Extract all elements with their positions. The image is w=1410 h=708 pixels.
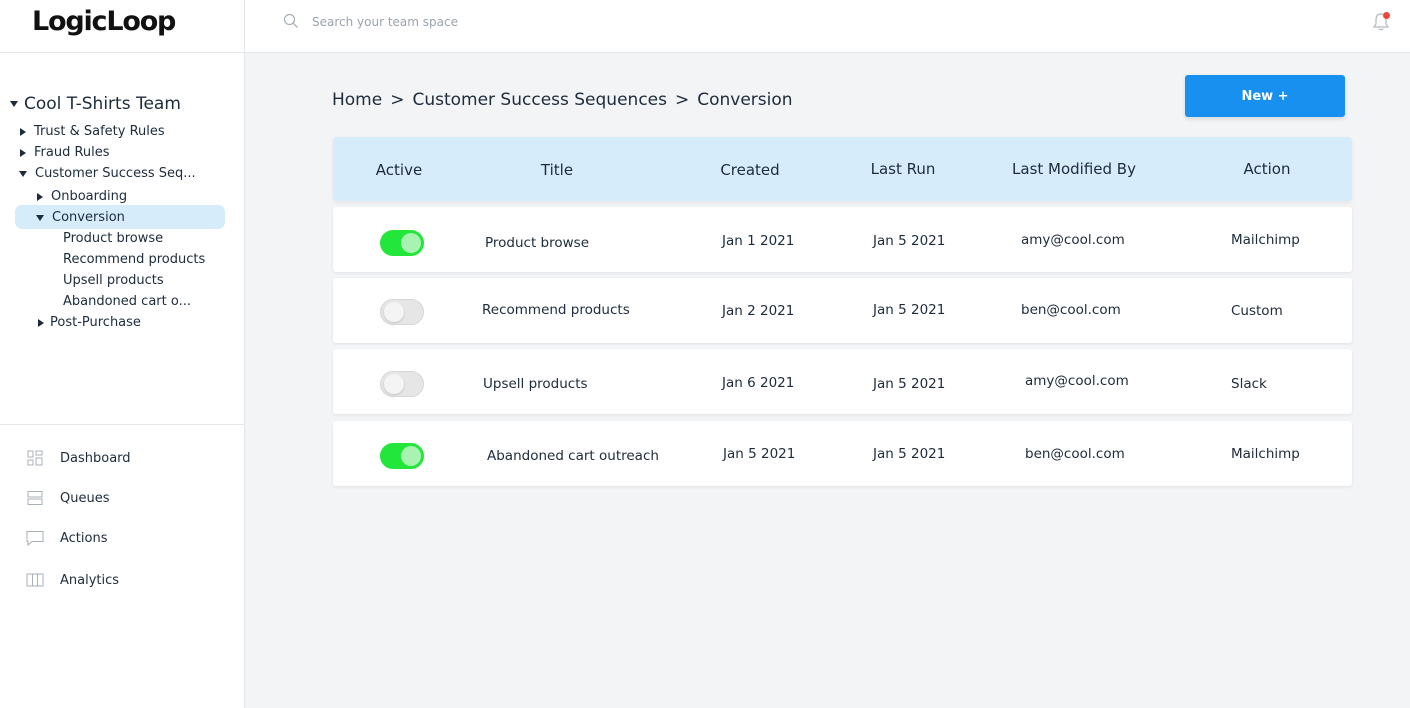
breadcrumb-current: Conversion [697, 90, 793, 110]
active-toggle[interactable] [380, 299, 424, 325]
table-row[interactable]: Upsell products Jan 6 2021 Jan 5 2021 am… [333, 349, 1352, 414]
tree-leaf-abandoned-cart[interactable]: Abandoned cart o... [63, 294, 191, 309]
tree-item-label: Customer Success Seq... [35, 166, 196, 181]
table-row[interactable]: Recommend products Jan 2 2021 Jan 5 2021… [333, 278, 1352, 343]
column-header-created[interactable]: Created [720, 161, 779, 179]
tree-item-fraud[interactable]: Fraud Rules [20, 145, 110, 160]
breadcrumb-separator: > [674, 90, 690, 110]
cell-action: Custom [1231, 303, 1283, 319]
nav-label: Actions [60, 530, 108, 546]
team-name: Cool T-Shirts Team [24, 94, 181, 114]
tree-item-customer-success[interactable]: Customer Success Seq... [19, 166, 196, 181]
queues-icon [26, 489, 44, 507]
tree-leaf-product-browse[interactable]: Product browse [63, 231, 163, 246]
caret-down-icon[interactable] [36, 214, 44, 221]
cell-modified-by: amy@cool.com [1021, 232, 1125, 248]
nav-actions[interactable]: Actions [26, 529, 108, 547]
cell-modified-by: amy@cool.com [1025, 373, 1129, 389]
tree-item-trust-safety[interactable]: Trust & Safety Rules [20, 124, 165, 139]
breadcrumb-section[interactable]: Customer Success Sequences [412, 90, 667, 110]
active-toggle[interactable] [380, 443, 424, 469]
logo[interactable]: LogicLoop [32, 6, 176, 37]
cell-last-run: Jan 5 2021 [873, 302, 946, 318]
tree-leaf-upsell-products[interactable]: Upsell products [63, 273, 164, 288]
columns-icon [26, 571, 44, 589]
column-header-last-run[interactable]: Last Run [871, 160, 936, 178]
toggle-knob [401, 446, 421, 466]
nav-label: Dashboard [60, 450, 131, 466]
cell-created: Jan 6 2021 [722, 375, 795, 391]
cell-title[interactable]: Product browse [485, 235, 589, 251]
tree-item-onboarding[interactable]: Onboarding [37, 189, 127, 204]
cell-created: Jan 1 2021 [722, 233, 795, 249]
breadcrumb-home[interactable]: Home [332, 90, 382, 110]
cell-modified-by: ben@cool.com [1025, 446, 1125, 462]
active-toggle[interactable] [380, 230, 424, 256]
cell-modified-by: ben@cool.com [1021, 302, 1121, 318]
table-row[interactable]: Abandoned cart outreach Jan 5 2021 Jan 5… [333, 421, 1352, 486]
caret-down-icon[interactable] [10, 101, 18, 107]
search-icon[interactable] [283, 13, 299, 29]
table-row[interactable]: Product browse Jan 1 2021 Jan 5 2021 amy… [333, 207, 1352, 272]
sidebar: LogicLoop Cool T-Shirts Team Trust & Saf… [0, 0, 245, 708]
cell-action: Mailchimp [1231, 232, 1300, 248]
chat-bubble-icon [26, 529, 44, 547]
active-toggle[interactable] [380, 371, 424, 397]
tree-leaf-recommend-products[interactable]: Recommend products [63, 252, 205, 267]
column-header-title[interactable]: Title [541, 161, 573, 179]
cell-title[interactable]: Upsell products [483, 376, 588, 392]
tree-item-label: Post-Purchase [50, 315, 141, 330]
sidebar-divider [0, 424, 245, 425]
notification-dot [1383, 12, 1390, 19]
new-button[interactable]: New + [1185, 75, 1345, 117]
cell-title[interactable]: Abandoned cart outreach [487, 448, 659, 464]
tree-item-label: Trust & Safety Rules [34, 124, 165, 139]
toggle-knob [384, 374, 404, 394]
toggle-knob [401, 233, 421, 253]
sidebar-divider [0, 52, 245, 53]
cell-last-run: Jan 5 2021 [873, 376, 946, 392]
column-header-active[interactable]: Active [376, 161, 422, 179]
toggle-knob [384, 302, 404, 322]
table-header: Active Title Created Last Run Last Modif… [333, 137, 1352, 201]
caret-down-icon[interactable] [19, 170, 27, 177]
nav-dashboard[interactable]: Dashboard [26, 449, 131, 467]
tree-item-label: Onboarding [51, 189, 128, 204]
tree-item-label: Fraud Rules [34, 145, 110, 160]
tree-item-label: Conversion [52, 210, 125, 225]
tree-item-post-purchase[interactable]: Post-Purchase [38, 315, 141, 330]
tree-item-conversion[interactable]: Conversion [36, 210, 125, 225]
breadcrumb: Home > Customer Success Sequences > Conv… [332, 90, 793, 110]
cell-last-run: Jan 5 2021 [873, 446, 946, 462]
cell-action: Mailchimp [1231, 446, 1300, 462]
nav-label: Queues [60, 490, 110, 506]
cell-created: Jan 2 2021 [722, 303, 795, 319]
dashboard-icon [26, 449, 44, 467]
nav-queues[interactable]: Queues [26, 489, 109, 507]
search-input[interactable] [312, 11, 612, 33]
caret-right-icon[interactable] [20, 127, 26, 136]
column-header-action[interactable]: Action [1244, 160, 1291, 178]
tree-team[interactable]: Cool T-Shirts Team [10, 94, 181, 114]
nav-label: Analytics [60, 572, 120, 588]
cell-title[interactable]: Recommend products [482, 302, 630, 318]
cell-action: Slack [1231, 376, 1267, 392]
caret-right-icon[interactable] [38, 318, 44, 327]
caret-right-icon[interactable] [37, 192, 43, 201]
cell-last-run: Jan 5 2021 [873, 233, 946, 249]
column-header-last-modified-by[interactable]: Last Modified By [1012, 160, 1136, 178]
breadcrumb-separator: > [390, 90, 405, 110]
nav-analytics[interactable]: Analytics [26, 571, 119, 589]
caret-right-icon[interactable] [20, 148, 26, 157]
cell-created: Jan 5 2021 [723, 446, 796, 462]
